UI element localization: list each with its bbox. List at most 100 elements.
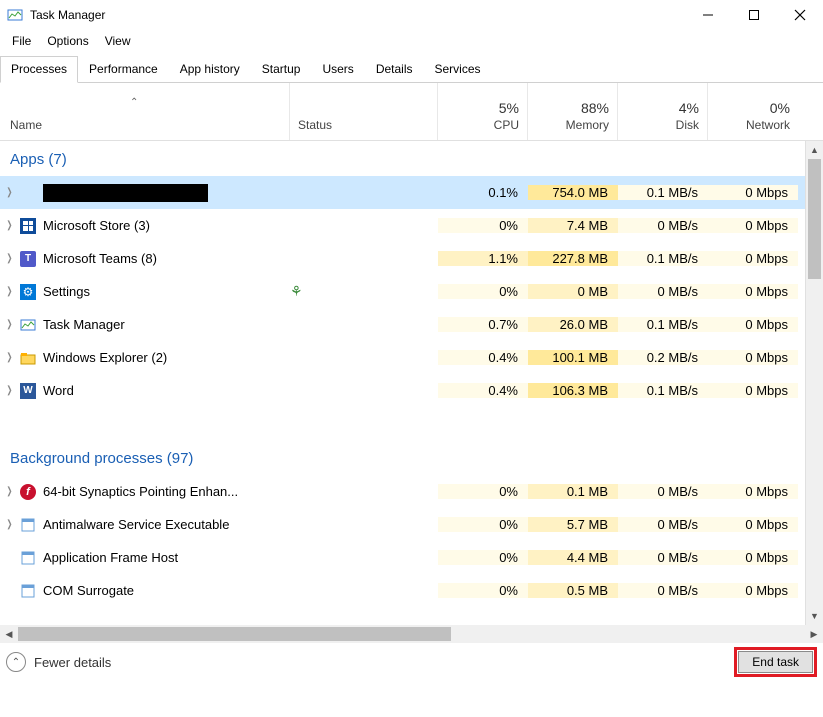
disk-cell: 0 MB/s xyxy=(618,284,708,299)
collapse-icon: ⌃ xyxy=(6,652,26,672)
process-row[interactable]: ❯⚙Settings⚘0%0 MB0 MB/s0 Mbps xyxy=(0,275,805,308)
hscroll-thumb[interactable] xyxy=(18,627,451,641)
process-icon xyxy=(19,582,37,600)
process-row[interactable]: ❯WWord0.4%106.3 MB0.1 MB/s0 Mbps xyxy=(0,374,805,407)
network-cell: 0 Mbps xyxy=(708,484,798,499)
tab-startup[interactable]: Startup xyxy=(251,56,312,82)
disk-cell: 0 MB/s xyxy=(618,484,708,499)
menu-file[interactable]: File xyxy=(4,32,39,50)
network-cell: 0 Mbps xyxy=(708,317,798,332)
tab-services[interactable]: Services xyxy=(424,56,492,82)
disk-cell: 0 MB/s xyxy=(618,517,708,532)
minimize-button[interactable] xyxy=(685,0,731,30)
app-icon xyxy=(6,6,24,24)
tab-performance[interactable]: Performance xyxy=(78,56,169,82)
process-row[interactable]: ❯f64-bit Synaptics Pointing Enhan...0%0.… xyxy=(0,475,805,508)
group-header-apps[interactable]: Apps (7) xyxy=(0,141,805,176)
process-icon xyxy=(19,217,37,235)
memory-cell: 7.4 MB xyxy=(528,218,618,233)
network-cell: 0 Mbps xyxy=(708,251,798,266)
expand-chevron-icon[interactable]: ❯ xyxy=(3,519,16,530)
memory-cell: 26.0 MB xyxy=(528,317,618,332)
cpu-cell: 0.4% xyxy=(438,383,528,398)
close-button[interactable] xyxy=(777,0,823,30)
process-row[interactable]: Application Frame Host0%4.4 MB0 MB/s0 Mb… xyxy=(0,541,805,574)
expand-chevron-icon[interactable]: ❯ xyxy=(3,220,16,231)
cpu-cell: 0% xyxy=(438,284,528,299)
column-name[interactable]: Name xyxy=(0,83,290,140)
column-disk[interactable]: 4%Disk xyxy=(618,83,708,140)
expand-chevron-icon[interactable]: ❯ xyxy=(3,486,16,497)
process-icon xyxy=(19,349,37,367)
memory-cell: 4.4 MB xyxy=(528,550,618,565)
column-status[interactable]: Status xyxy=(290,83,438,140)
column-memory[interactable]: 88%Memory xyxy=(528,83,618,140)
horizontal-scrollbar[interactable]: ◀ ▶ xyxy=(0,625,823,643)
process-row[interactable]: ❯Microsoft Store (3)0%7.4 MB0 MB/s0 Mbps xyxy=(0,209,805,242)
tab-app-history[interactable]: App history xyxy=(169,56,251,82)
expand-chevron-icon[interactable]: ❯ xyxy=(3,385,16,396)
expand-chevron-icon[interactable]: ❯ xyxy=(3,253,16,264)
tab-details[interactable]: Details xyxy=(365,56,424,82)
fewer-details-button[interactable]: ⌃ Fewer details xyxy=(6,652,111,672)
expand-chevron-icon[interactable]: ❯ xyxy=(3,352,16,363)
memory-cell: 227.8 MB xyxy=(528,251,618,266)
process-icon: f xyxy=(19,483,37,501)
network-cell: 0 Mbps xyxy=(708,583,798,598)
maximize-button[interactable] xyxy=(731,0,777,30)
menu-options[interactable]: Options xyxy=(39,32,96,50)
cpu-cell: 0.4% xyxy=(438,350,528,365)
network-cell: 0 Mbps xyxy=(708,383,798,398)
expand-chevron-icon[interactable]: ❯ xyxy=(3,319,16,330)
column-cpu[interactable]: 5%CPU xyxy=(438,83,528,140)
scroll-up-button[interactable]: ▲ xyxy=(806,141,823,159)
process-name: Settings xyxy=(43,284,90,299)
process-list: Apps (7)❯0.1%754.0 MB0.1 MB/s0 Mbps❯Micr… xyxy=(0,141,823,625)
process-row[interactable]: ❯0.1%754.0 MB0.1 MB/s0 Mbps xyxy=(0,176,805,209)
process-icon: W xyxy=(19,382,37,400)
window-title: Task Manager xyxy=(30,8,685,22)
process-name: Windows Explorer (2) xyxy=(43,350,167,365)
cpu-cell: 0.7% xyxy=(438,317,528,332)
hscroll-left-button[interactable]: ◀ xyxy=(0,629,18,640)
memory-cell: 754.0 MB xyxy=(528,185,618,200)
hscroll-right-button[interactable]: ▶ xyxy=(805,629,823,640)
footer: ⌃ Fewer details End task xyxy=(0,643,823,681)
menu-view[interactable]: View xyxy=(97,32,139,50)
expand-chevron-icon[interactable]: ❯ xyxy=(3,187,16,198)
process-row[interactable]: ❯TMicrosoft Teams (8)1.1%227.8 MB0.1 MB/… xyxy=(0,242,805,275)
network-cell: 0 Mbps xyxy=(708,185,798,200)
process-row[interactable]: COM Surrogate0%0.5 MB0 MB/s0 Mbps xyxy=(0,574,805,607)
scroll-thumb[interactable] xyxy=(808,159,821,279)
process-name: Microsoft Store (3) xyxy=(43,218,150,233)
network-cell: 0 Mbps xyxy=(708,284,798,299)
scroll-down-button[interactable]: ▼ xyxy=(806,607,823,625)
process-row[interactable]: ❯Windows Explorer (2)0.4%100.1 MB0.2 MB/… xyxy=(0,341,805,374)
disk-cell: 0 MB/s xyxy=(618,550,708,565)
expand-chevron-icon[interactable]: ❯ xyxy=(3,286,16,297)
cpu-cell: 0% xyxy=(438,218,528,233)
end-task-highlight: End task xyxy=(734,647,817,677)
column-network[interactable]: 0%Network xyxy=(708,83,798,140)
process-row[interactable]: ❯Task Manager0.7%26.0 MB0.1 MB/s0 Mbps xyxy=(0,308,805,341)
memory-cell: 0 MB xyxy=(528,284,618,299)
process-name: 64-bit Synaptics Pointing Enhan... xyxy=(43,484,238,499)
disk-cell: 0.1 MB/s xyxy=(618,317,708,332)
column-headers: ⌃ Name Status 5%CPU 88%Memory 4%Disk 0%N… xyxy=(0,83,823,141)
disk-cell: 0 MB/s xyxy=(618,218,708,233)
menubar: File Options View xyxy=(0,30,823,52)
process-row[interactable]: ❯Antimalware Service Executable0%5.7 MB0… xyxy=(0,508,805,541)
process-name: Word xyxy=(43,383,74,398)
process-name: Antimalware Service Executable xyxy=(43,517,229,532)
vertical-scrollbar[interactable]: ▲ ▼ xyxy=(805,141,823,625)
tab-users[interactable]: Users xyxy=(311,56,364,82)
memory-cell: 106.3 MB xyxy=(528,383,618,398)
memory-cell: 5.7 MB xyxy=(528,517,618,532)
tab-strip: Processes Performance App history Startu… xyxy=(0,52,823,83)
tab-processes[interactable]: Processes xyxy=(0,56,78,83)
group-header-background[interactable]: Background processes (97) xyxy=(0,440,805,475)
disk-cell: 0.1 MB/s xyxy=(618,251,708,266)
process-name: Microsoft Teams (8) xyxy=(43,251,157,266)
spacer-row xyxy=(0,407,805,440)
end-task-button[interactable]: End task xyxy=(738,651,813,673)
